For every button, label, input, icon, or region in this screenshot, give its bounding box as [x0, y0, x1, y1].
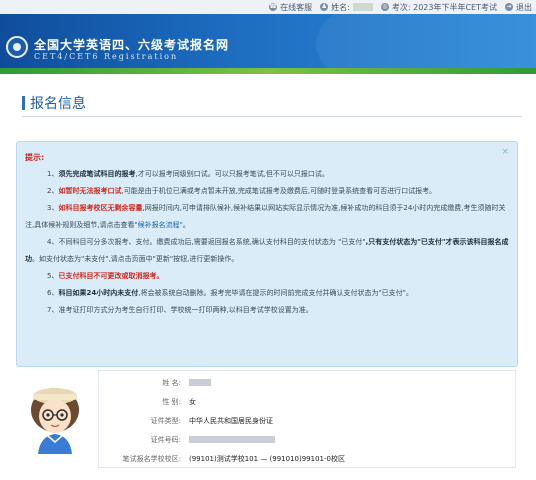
- logout-link[interactable]: ⇥ 退出: [505, 2, 532, 13]
- notice-item-3: 3、如科目报考校区无剩余容量,网报时间内,可申请排队候补,候补结果以网站实际显示…: [25, 200, 509, 234]
- info-value: [189, 378, 211, 388]
- info-row-id-type: 证件类型: 中华人民共和国居民身份证: [99, 415, 273, 427]
- info-value: [189, 435, 275, 445]
- info-row-gender: 性 别: 女: [99, 396, 196, 408]
- info-label: 性 别:: [162, 398, 181, 406]
- waitlist-process-link[interactable]: "候补报名流程": [134, 221, 182, 229]
- redacted-name: [189, 378, 211, 386]
- item-number: 7、: [47, 306, 59, 314]
- headset-icon: ☎: [269, 3, 278, 11]
- item-text: ,将会被系统自动删除。报考完毕请在提示的时间前完成支付并确认支付状态为"已支付"…: [138, 289, 413, 297]
- site-header: 全国大学英语四、六级考试报名网 CET4/CET6 Registration: [0, 14, 536, 74]
- item-text: 准考证打印方式分为考生自行打印、学校统一打印两种,以科目考试学校设置为准。: [58, 306, 313, 314]
- info-value: 中华人民共和国居民身份证: [189, 417, 273, 425]
- user-icon: ♟: [320, 3, 329, 11]
- notice-item-4: 4、不同科目可分多次报考、支付。缴费成功后,需要返回报名系统,确认支付科目的支付…: [25, 234, 509, 268]
- user-name: ♟ 姓名:: [320, 2, 373, 13]
- info-label: 证件类型:: [150, 417, 181, 425]
- page-title: 报名信息: [22, 93, 86, 113]
- redacted-id-number: [189, 435, 275, 443]
- info-row-campus: 笔试报名学校校区: (99101)测试学校101 — (991010)99101…: [99, 453, 345, 465]
- item-number: 1、: [47, 170, 59, 178]
- item-warning: 如暂时无法报考口试: [58, 187, 122, 195]
- site-title-cn: 全国大学英语四、六级考试报名网: [34, 38, 230, 52]
- item-text: 不同科目可分多次报考、支付。缴费成功后,需要返回报名系统,确认支付科目的支付状态…: [58, 238, 366, 246]
- info-value: (99101)测试学校101 — (991010)99101-0校区: [189, 455, 345, 463]
- item-text-end: 。: [182, 221, 190, 229]
- name-mask: [352, 3, 373, 11]
- header-green-stripe: [0, 68, 536, 74]
- topbar-items: ☎ 在线客服 ♟ 姓名: ◎ 考次: 2023年下半年CET考试 ⇥ 退出: [269, 0, 532, 14]
- info-value: 女: [189, 398, 196, 406]
- avatar: [31, 388, 79, 454]
- info-label: 姓 名:: [162, 379, 181, 387]
- info-row-name: 姓 名:: [99, 377, 211, 389]
- exam-icon: ◎: [380, 3, 389, 11]
- top-utility-bar: ☎ 在线客服 ♟ 姓名: ◎ 考次: 2023年下半年CET考试 ⇥ 退出: [0, 0, 536, 14]
- notice-item-1: 1、须先完成笔试科目的报考,才可以报考同级别口试。可以只报考笔试,但不可以只报口…: [25, 166, 509, 183]
- exam-session: ◎ 考次: 2023年下半年CET考试: [380, 2, 497, 13]
- online-service-link[interactable]: ☎ 在线客服: [269, 2, 312, 13]
- close-icon[interactable]: ×: [501, 147, 509, 157]
- info-label: 证件号码:: [150, 436, 181, 444]
- name-label: 姓名:: [331, 2, 350, 12]
- notice-box: × 提示: 1、须先完成笔试科目的报考,才可以报考同级别口试。可以只报考笔试,但…: [16, 141, 518, 367]
- title-accent-bar: [22, 96, 25, 110]
- page-title-text: 报名信息: [30, 96, 86, 112]
- header-decoration: [316, 14, 536, 74]
- item-text: ,才可以报考同级别口试。可以只报考笔试,但不可以只报口试。: [135, 170, 329, 178]
- site-title-en: CET4/CET6 Registration: [34, 52, 179, 61]
- applicant-info-card: 姓 名: 性 别: 女 证件类型: 中华人民共和国居民身份证 证件号码: 笔试报…: [98, 370, 516, 468]
- notice-item-2: 2、如暂时无法报考口试,可能是由于机位已满或考点暂未开放,完成笔试报考及缴费后,…: [25, 183, 509, 200]
- item-warning: 已支付科目不可更改或取消报考。: [58, 272, 164, 280]
- logout-label: 退出: [516, 2, 532, 12]
- info-label: 笔试报名学校校区:: [122, 455, 181, 463]
- notice-item-6: 6、科目如果24小时内未支付,将会被系统自动删除。报考完毕请在提示的时间前完成支…: [25, 285, 509, 302]
- item-text-end: 。如支付状态为"未支付",请点击页面中"更新"按钮,进行更新操作。: [32, 255, 239, 263]
- online-service-label: 在线客服: [280, 2, 313, 12]
- item-warning: 如科目报考校区无剩余容量: [58, 204, 143, 212]
- item-text: ,可能是由于机位已满或考点暂未开放,完成笔试报考及缴费后,可随时登录系统查看可否…: [121, 187, 437, 195]
- item-number: 6、: [47, 289, 59, 297]
- info-row-id-number: 证件号码:: [99, 434, 275, 446]
- item-bold: 科目如果24小时内未支付: [58, 289, 139, 297]
- exam-label: 考次: 2023年下半年CET考试: [391, 2, 497, 12]
- site-logo-icon: [6, 36, 28, 58]
- item-number: 3、: [47, 204, 59, 212]
- title-divider: [22, 116, 522, 117]
- notice-item-5: 5、已支付科目不可更改或取消报考。: [25, 268, 509, 285]
- item-number: 2、: [47, 187, 59, 195]
- logout-icon: ⇥: [505, 3, 513, 11]
- notice-heading: 提示:: [25, 153, 45, 162]
- item-number: 4、: [47, 238, 59, 246]
- item-bold: 须先完成笔试科目的报考: [58, 170, 136, 178]
- notice-item-7: 7、准考证打印方式分为考生自行打印、学校统一打印两种,以科目考试学校设置为准。: [25, 302, 509, 319]
- item-number: 5、: [47, 272, 59, 280]
